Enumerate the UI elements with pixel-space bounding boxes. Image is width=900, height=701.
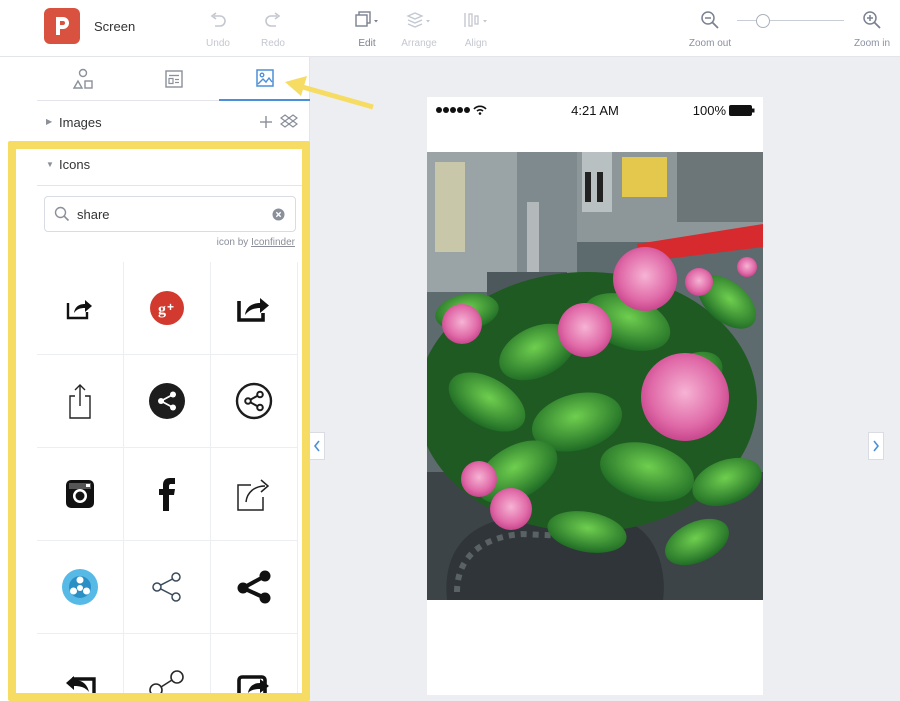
app-logo[interactable] (44, 8, 80, 44)
panel-tabs (37, 57, 310, 101)
screen-title[interactable]: Screen (94, 19, 135, 34)
icon-result-cell[interactable]: g + (124, 262, 211, 355)
icon-result-cell[interactable] (124, 634, 211, 701)
arrange-label: Arrange (401, 38, 437, 49)
zoom-track (737, 20, 844, 21)
share-external-icon (237, 479, 270, 511)
icon-result-cell[interactable] (37, 448, 124, 541)
icon-result-cell[interactable] (211, 541, 298, 634)
icon-search-box[interactable] (44, 196, 296, 232)
share-arrow-box-icon (66, 300, 92, 320)
icon-result-cell[interactable] (124, 541, 211, 634)
tab-widgets[interactable] (128, 57, 219, 101)
edit-icon (350, 8, 384, 32)
logo-icon (56, 17, 69, 35)
icon-result-cell[interactable] (37, 262, 124, 355)
battery-indicator: 100% (693, 103, 755, 118)
share-circle-filled-icon (149, 383, 185, 419)
caret-right-icon: ▶ (46, 117, 53, 126)
widgets-icon (164, 70, 183, 88)
zoom-slider[interactable] (737, 14, 844, 28)
instagram-icon (66, 480, 94, 508)
zoom-out-icon (682, 8, 738, 32)
share-box-rotate-icon (237, 675, 269, 701)
chevron-left-icon (313, 440, 320, 452)
icons-section-header[interactable]: ▼ Icons (37, 143, 310, 186)
search-input[interactable] (77, 205, 257, 223)
status-bar: 4:21 AM 100% (427, 97, 763, 121)
caret-down-icon: ▼ (46, 160, 54, 169)
icon-result-cell[interactable] (211, 262, 298, 355)
phone-screen[interactable]: 4:21 AM 100% (427, 97, 763, 695)
icon-result-cell[interactable] (37, 634, 124, 701)
add-icon[interactable] (259, 115, 273, 129)
left-panel: ▶ Images ▼ Icons icon by Iconfinder (37, 57, 310, 701)
zoom-in-icon (848, 8, 896, 32)
edit-button[interactable]: Edit (350, 8, 384, 49)
share-network-round-icon (62, 569, 98, 605)
zoom-in-button[interactable]: Zoom in (848, 8, 896, 49)
zoom-out-button[interactable]: Zoom out (682, 8, 738, 49)
icon-result-cell[interactable] (211, 448, 298, 541)
align-button[interactable]: Align (459, 8, 493, 49)
edit-label: Edit (358, 38, 376, 49)
icon-result-cell[interactable] (37, 541, 124, 634)
upload-share-icon (69, 384, 91, 419)
zoom-in-label: Zoom in (853, 38, 891, 49)
images-section-label: Images (59, 115, 102, 130)
align-icon (459, 8, 493, 32)
clear-search-icon[interactable] (272, 208, 285, 221)
image-icon (255, 69, 274, 87)
redo-icon (258, 8, 288, 32)
hydrangea-photo[interactable] (427, 152, 763, 600)
share-nodes-bold-icon (237, 570, 271, 604)
align-label: Align (464, 38, 488, 49)
undo-label: Undo (206, 38, 230, 49)
credit-prefix: icon by (216, 237, 249, 248)
images-section-header[interactable]: ▶ Images (37, 101, 310, 143)
app-window: Screen Undo Redo Edit Arrange Align Zoom… (0, 0, 900, 701)
arrange-button[interactable]: Arrange (399, 8, 439, 49)
tab-shapes[interactable] (37, 57, 128, 101)
share-nodes-outline-icon (149, 670, 184, 701)
reply-box-icon (66, 676, 96, 701)
share-arrow-box-bold-icon (237, 298, 269, 322)
icons-section-label: Icons (59, 157, 91, 172)
expand-right-panel-button[interactable] (868, 432, 884, 460)
shapes-icon (72, 68, 93, 89)
collapse-left-panel-button[interactable] (309, 432, 325, 460)
svg-text:+: + (167, 300, 174, 314)
battery-icon (729, 105, 755, 116)
tab-images[interactable] (219, 57, 310, 101)
share-circle-outline-icon (235, 382, 273, 420)
icon-result-cell[interactable] (211, 634, 298, 701)
battery-percent: 100% (692, 103, 726, 118)
top-toolbar: Screen Undo Redo Edit Arrange Align Zoom… (0, 0, 900, 57)
search-icon (54, 206, 70, 222)
redo-button[interactable]: Redo (258, 8, 288, 49)
facebook-icon (159, 478, 175, 511)
icon-results-grid: g + (37, 262, 300, 701)
icon-result-cell[interactable] (211, 355, 298, 448)
icon-result-cell[interactable] (124, 448, 211, 541)
zoom-out-label: Zoom out (688, 38, 732, 49)
undo-button[interactable]: Undo (203, 8, 233, 49)
icon-result-cell[interactable] (37, 355, 124, 448)
iconfinder-link[interactable]: Iconfinder (251, 237, 295, 248)
arrange-icon (399, 8, 439, 32)
chevron-right-icon (873, 440, 880, 452)
undo-icon (203, 8, 233, 32)
svg-text:g: g (158, 301, 166, 318)
share-nodes-thin-icon (152, 572, 181, 602)
zoom-slider-handle[interactable] (756, 14, 770, 28)
icon-credit: icon by Iconfinder (217, 237, 295, 248)
redo-label: Redo (261, 38, 285, 49)
google-plus-icon: g + (150, 291, 184, 325)
dropbox-icon[interactable] (280, 114, 298, 130)
icon-result-cell[interactable] (124, 355, 211, 448)
